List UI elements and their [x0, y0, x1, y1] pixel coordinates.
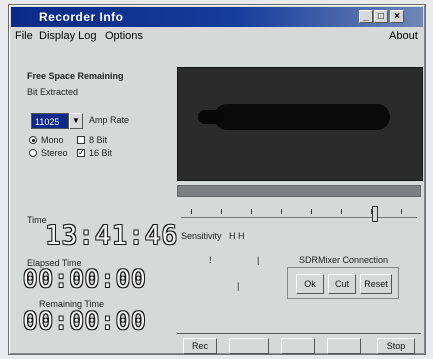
- menu-bar: File Display Log Options About: [13, 29, 421, 45]
- sensitivity-label: Sensitivity: [181, 231, 222, 241]
- position-slider-track[interactable]: [181, 217, 417, 218]
- stereo-radio[interactable]: [29, 149, 37, 157]
- transport-button-3[interactable]: [281, 338, 315, 354]
- minimize-button[interactable]: _: [359, 10, 373, 23]
- 16bit-label: 16 Bit: [89, 148, 113, 158]
- 8bit-label: 8 Bit: [89, 135, 108, 145]
- menu-about[interactable]: About: [389, 30, 418, 42]
- menu-options[interactable]: Options: [105, 30, 143, 42]
- time-display: 13:41:46: [45, 221, 179, 251]
- transport-bar: Rec Stop: [177, 333, 421, 354]
- menu-file[interactable]: File: [15, 30, 33, 42]
- mono-label: Mono: [41, 135, 64, 145]
- slider-tick: [311, 209, 312, 214]
- level-meter: [177, 185, 421, 197]
- recorder-window: Recorder Info _ □ × File Display Log Opt…: [8, 4, 426, 355]
- bit-extracted-label: Bit Extracted: [27, 87, 79, 97]
- window-title: Recorder Info: [39, 10, 124, 24]
- menu-display-log[interactable]: Display Log: [39, 30, 96, 42]
- record-button[interactable]: Rec: [183, 338, 217, 354]
- 8bit-checkbox[interactable]: [77, 136, 85, 144]
- sample-rate-combo[interactable]: 11025: [31, 113, 69, 129]
- stereo-label: Stereo: [41, 148, 68, 158]
- stop-button[interactable]: Stop: [377, 338, 415, 354]
- video-preview: [177, 67, 423, 181]
- 16bit-checkbox[interactable]: ✓: [77, 149, 85, 157]
- elapsed-time-display: 00:00:00: [23, 265, 147, 293]
- mono-radio[interactable]: [29, 136, 37, 144]
- slider-tick: [251, 209, 252, 214]
- combo-arrow-button[interactable]: ▼: [69, 113, 83, 129]
- mixer-reset-button[interactable]: Reset: [360, 274, 392, 294]
- slider-tick: [191, 209, 192, 214]
- mixer-cut-button[interactable]: Cut: [328, 274, 356, 294]
- mixer-ok-button[interactable]: Ok: [296, 274, 324, 294]
- time-label: Time: [27, 215, 47, 225]
- slider-tick: [341, 209, 342, 214]
- position-slider-thumb[interactable]: [371, 206, 378, 222]
- marker-right: |: [257, 255, 260, 265]
- title-bar: Recorder Info _ □ ×: [11, 7, 423, 27]
- preview-shape: [214, 104, 390, 130]
- close-button[interactable]: ×: [390, 10, 404, 23]
- sensitivity-value: H H: [229, 231, 245, 241]
- mixer-group: Ok Cut Reset: [287, 267, 399, 299]
- amp-rate-label: Amp Rate: [89, 115, 130, 125]
- free-space-heading: Free Space Remaining: [27, 71, 124, 81]
- remaining-time-display: 00:00:00: [23, 307, 147, 335]
- preview-knob: [198, 110, 224, 124]
- slider-tick: [281, 209, 282, 214]
- marker-bottom: |: [237, 281, 240, 291]
- maximize-button[interactable]: □: [374, 10, 388, 23]
- transport-button-2[interactable]: [229, 338, 269, 354]
- marker-left: !: [209, 255, 212, 265]
- transport-button-4[interactable]: [327, 338, 361, 354]
- mixer-group-label: SDRMixer Connection: [299, 255, 389, 265]
- slider-tick: [221, 209, 222, 214]
- slider-tick: [401, 209, 402, 214]
